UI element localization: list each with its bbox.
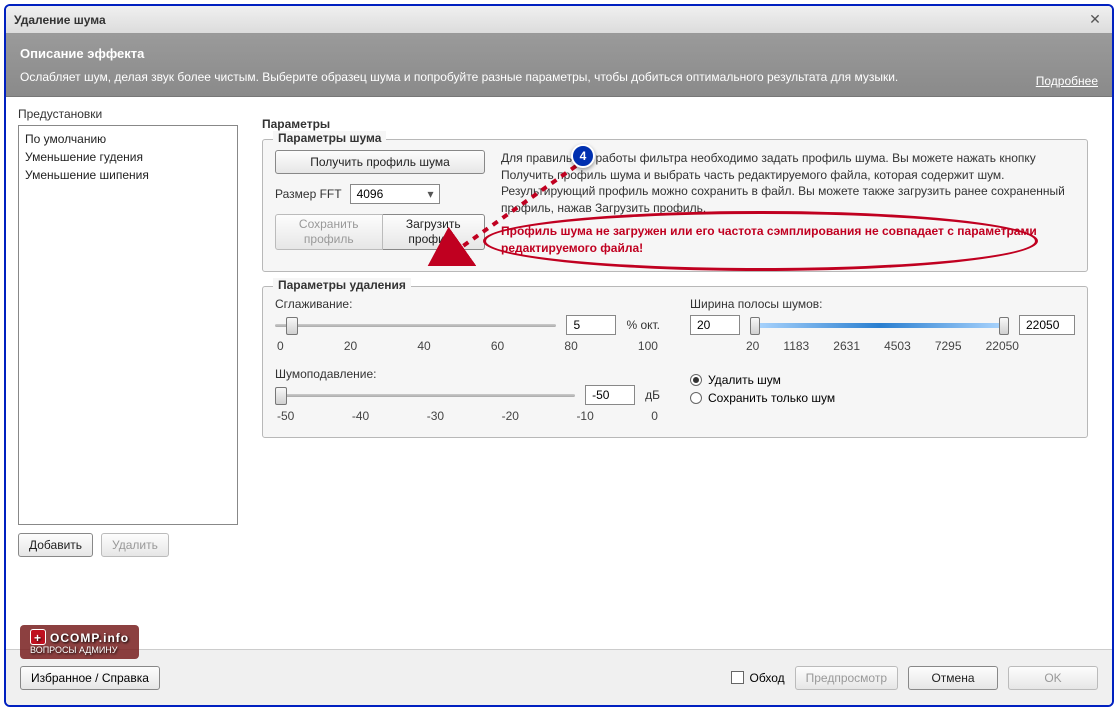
- dialog-window: Удаление шума ✕ Описание эффекта Ослабля…: [4, 4, 1114, 707]
- band-low-input[interactable]: [690, 315, 740, 335]
- description-panel: Описание эффекта Ослабляет шум, делая зв…: [6, 34, 1112, 97]
- checkbox-icon: [731, 671, 744, 684]
- save-profile-button[interactable]: Сохранить профиль: [275, 214, 383, 250]
- smoothing-label: Сглаживание:: [275, 297, 660, 311]
- window-title: Удаление шума: [14, 13, 1086, 27]
- radio-keep-noise[interactable]: Сохранить только шум: [690, 391, 1075, 405]
- smoothing-slider[interactable]: [275, 315, 556, 335]
- preview-button[interactable]: Предпросмотр: [795, 666, 898, 690]
- fft-label: Размер FFT: [275, 187, 342, 201]
- smoothing-ticks: 020406080100: [275, 339, 660, 353]
- add-preset-button[interactable]: Добавить: [18, 533, 93, 557]
- removal-params-group: Параметры удаления Сглаживание: % окт.: [262, 286, 1088, 438]
- preset-item[interactable]: Уменьшение шипения: [25, 166, 231, 184]
- remove-preset-button[interactable]: Удалить: [101, 533, 169, 557]
- reduction-label: Шумоподавление:: [275, 367, 660, 381]
- watermark: +OCOMP.info ВОПРОСЫ АДМИНУ: [20, 625, 139, 659]
- presets-column: Предустановки По умолчанию Уменьшение гу…: [18, 107, 238, 557]
- fft-select[interactable]: 4096: [350, 184, 440, 204]
- reduction-unit: дБ: [645, 388, 660, 402]
- description-text: Ослабляет шум, делая звук более чистым. …: [20, 69, 1098, 86]
- parameters-group: Параметры Параметры шума Получить профил…: [250, 107, 1100, 438]
- ok-button[interactable]: OK: [1008, 666, 1098, 690]
- radio-remove-noise[interactable]: Удалить шум: [690, 373, 1075, 387]
- cancel-button[interactable]: Отмена: [908, 666, 998, 690]
- reduction-slider[interactable]: [275, 385, 575, 405]
- smoothing-input[interactable]: [566, 315, 616, 335]
- radio-icon: [690, 392, 702, 404]
- preset-item[interactable]: Уменьшение гудения: [25, 148, 231, 166]
- bypass-checkbox[interactable]: Обход: [731, 671, 785, 685]
- reduction-input[interactable]: [585, 385, 635, 405]
- band-high-input[interactable]: [1019, 315, 1075, 335]
- removal-params-title: Параметры удаления: [273, 278, 411, 292]
- parameters-title: Параметры: [262, 117, 1088, 131]
- reduction-ticks: -50-40-30-20-100: [275, 409, 660, 423]
- load-profile-button[interactable]: Загрузить профиль: [383, 214, 486, 250]
- band-label: Ширина полосы шумов:: [690, 297, 1075, 311]
- footer: Избранное / Справка Обход Предпросмотр О…: [6, 649, 1112, 705]
- more-link[interactable]: Подробнее: [1036, 74, 1098, 88]
- presets-label: Предустановки: [18, 107, 238, 121]
- preset-item[interactable]: По умолчанию: [25, 130, 231, 148]
- presets-list[interactable]: По умолчанию Уменьшение гудения Уменьшен…: [18, 125, 238, 525]
- annotation-bubble-4: 4: [571, 144, 595, 168]
- smoothing-unit: % окт.: [626, 318, 660, 332]
- parameters-column: Параметры Параметры шума Получить профил…: [250, 107, 1100, 557]
- error-highlight-ellipse: [483, 211, 1038, 271]
- noise-params-group: Параметры шума Получить профиль шума Раз…: [262, 139, 1088, 272]
- description-heading: Описание эффекта: [20, 46, 1098, 61]
- radio-icon: [690, 374, 702, 386]
- get-profile-button[interactable]: Получить профиль шума: [275, 150, 485, 174]
- favorites-help-button[interactable]: Избранное / Справка: [20, 666, 160, 690]
- titlebar: Удаление шума ✕: [6, 6, 1112, 34]
- close-icon[interactable]: ✕: [1086, 11, 1104, 29]
- plus-icon: +: [30, 629, 46, 645]
- band-range-slider[interactable]: [750, 315, 1009, 335]
- body: Предустановки По умолчанию Уменьшение гу…: [6, 97, 1112, 567]
- noise-params-title: Параметры шума: [273, 131, 386, 145]
- band-ticks: 20118326314503729522050: [690, 339, 1075, 353]
